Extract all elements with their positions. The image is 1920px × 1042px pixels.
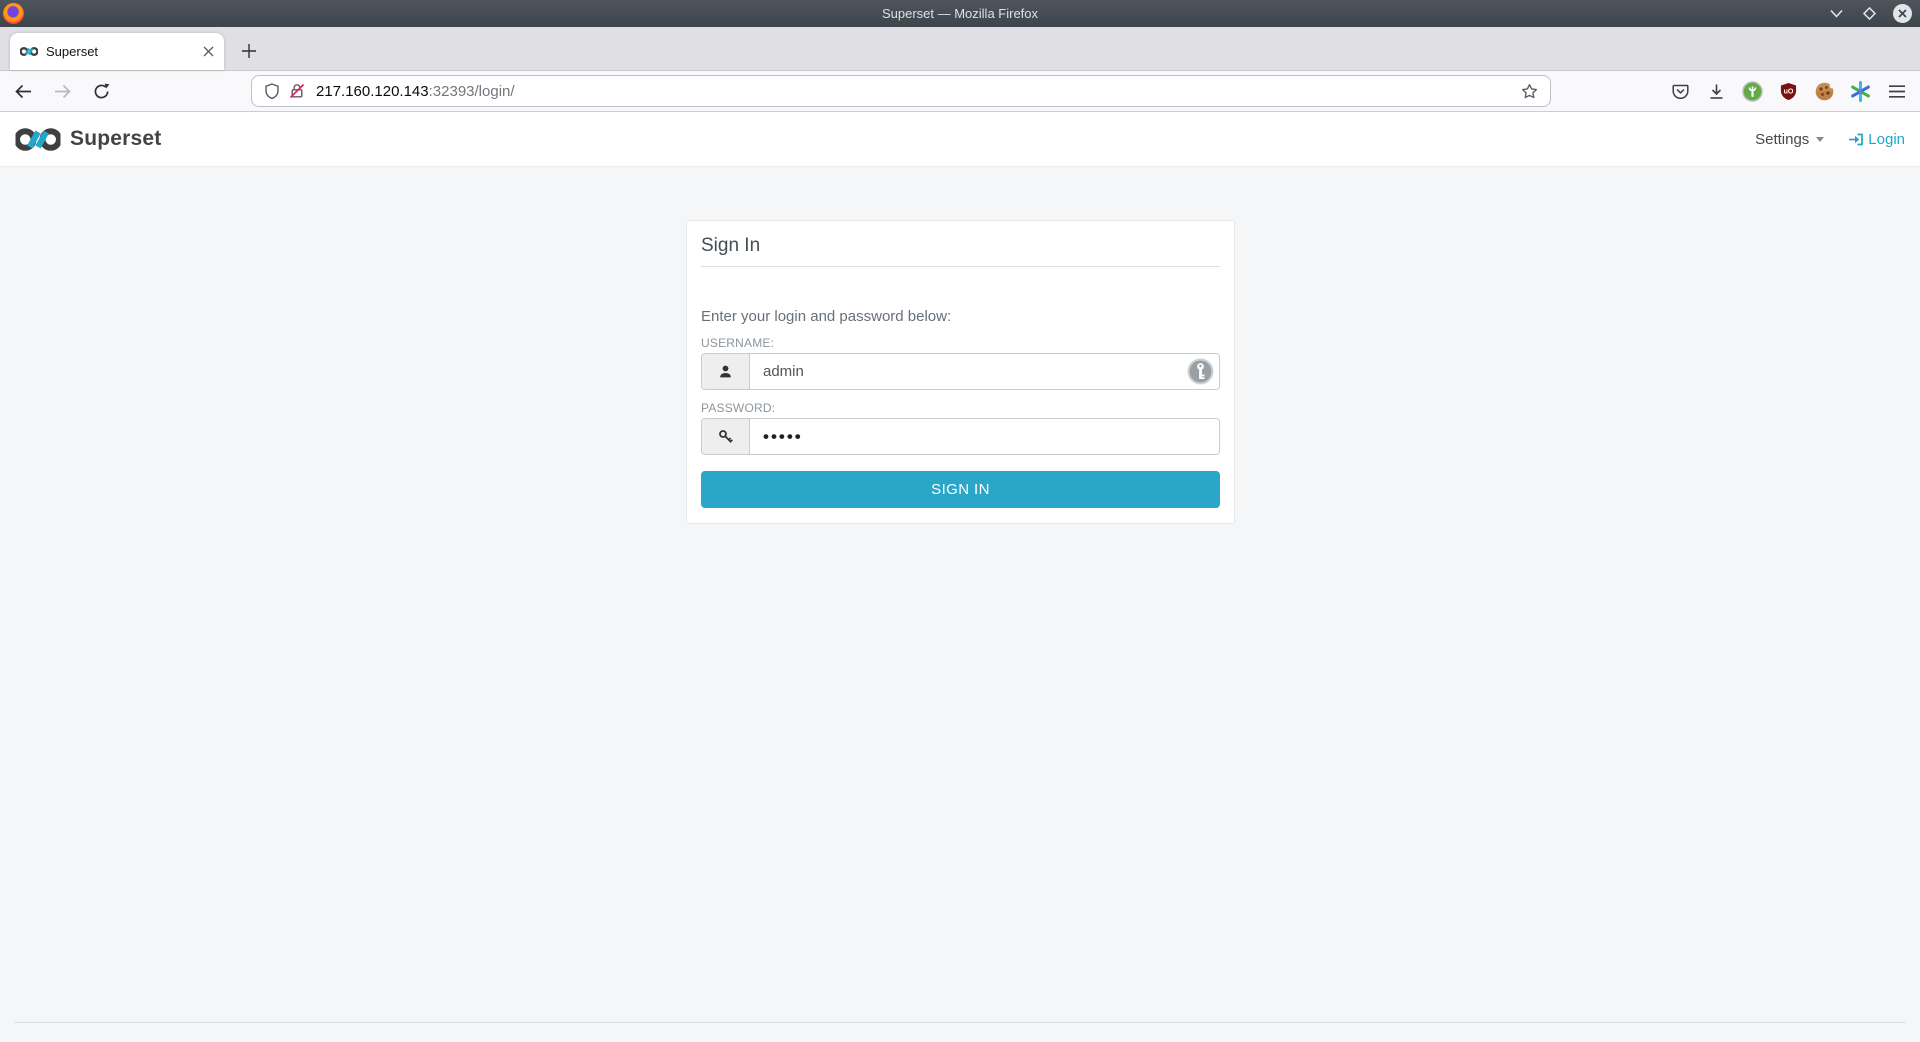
forward-icon[interactable] xyxy=(51,80,73,102)
pocket-icon[interactable] xyxy=(1669,80,1692,103)
user-icon xyxy=(701,353,749,390)
superset-brand[interactable]: Superset xyxy=(15,126,161,153)
footer-divider xyxy=(14,1022,1906,1023)
page-content: Sign In Enter your login and password be… xyxy=(0,167,1920,1041)
new-tab-icon[interactable] xyxy=(234,36,264,66)
downloads-icon[interactable] xyxy=(1705,80,1728,103)
login-link[interactable]: Login xyxy=(1848,131,1905,148)
superset-favicon xyxy=(20,46,38,57)
superset-navbar: Superset Settings Login xyxy=(0,112,1920,167)
svg-text:uO: uO xyxy=(1784,87,1794,95)
password-manager-icon[interactable] xyxy=(1187,358,1214,390)
menu-hamburger-icon[interactable] xyxy=(1885,80,1908,103)
tab-bar: Superset xyxy=(0,27,1920,71)
password-group xyxy=(701,418,1220,455)
panel-title: Sign In xyxy=(701,235,1220,257)
consent-asterisk-icon[interactable] xyxy=(1849,80,1872,103)
bookmark-star-icon[interactable] xyxy=(1521,83,1538,100)
password-input[interactable] xyxy=(749,418,1220,455)
window-title: Superset — Mozilla Firefox xyxy=(0,6,1920,21)
ublock-origin-icon[interactable]: uO xyxy=(1777,80,1800,103)
tab-close-icon[interactable] xyxy=(203,46,214,57)
url-bar[interactable]: 217.160.120.143:32393/login/ xyxy=(251,75,1551,107)
browser-toolbar: 217.160.120.143:32393/login/ uO xyxy=(0,71,1920,112)
login-label: Login xyxy=(1868,131,1905,148)
username-input[interactable] xyxy=(749,353,1220,390)
extension-green-circle-icon[interactable] xyxy=(1741,80,1764,103)
maximize-icon[interactable] xyxy=(1860,5,1878,23)
brand-name: Superset xyxy=(70,127,161,151)
back-icon[interactable] xyxy=(12,80,34,102)
sign-in-panel: Sign In Enter your login and password be… xyxy=(686,220,1235,524)
url-host: 217.160.120.143 xyxy=(316,83,429,100)
insecure-lock-icon[interactable] xyxy=(289,83,305,99)
sign-in-icon xyxy=(1848,132,1864,147)
url-text: 217.160.120.143:32393/login/ xyxy=(316,83,515,100)
close-window-icon[interactable] xyxy=(1893,4,1912,23)
sign-in-button[interactable]: SIGN IN xyxy=(701,471,1220,508)
url-path: :32393/login/ xyxy=(429,83,515,100)
username-label: USERNAME: xyxy=(701,336,1220,350)
key-icon xyxy=(701,418,749,455)
minimize-icon[interactable] xyxy=(1827,5,1845,23)
tracking-shield-icon[interactable] xyxy=(264,83,280,100)
password-label: PASSWORD: xyxy=(701,401,1220,415)
cookie-extension-icon[interactable] xyxy=(1813,80,1836,103)
login-instruction: Enter your login and password below: xyxy=(701,308,1220,325)
extension-toolbar: uO xyxy=(1669,80,1908,103)
superset-logo-icon xyxy=(15,126,61,153)
chevron-down-icon xyxy=(1816,137,1824,142)
reload-icon[interactable] xyxy=(90,80,112,102)
tab-superset[interactable]: Superset xyxy=(10,33,224,70)
settings-menu[interactable]: Settings xyxy=(1755,131,1824,148)
tab-title: Superset xyxy=(46,44,203,59)
username-group xyxy=(701,353,1220,390)
settings-label: Settings xyxy=(1755,131,1809,148)
panel-header: Sign In xyxy=(701,221,1220,267)
window-titlebar: Superset — Mozilla Firefox xyxy=(0,0,1920,27)
